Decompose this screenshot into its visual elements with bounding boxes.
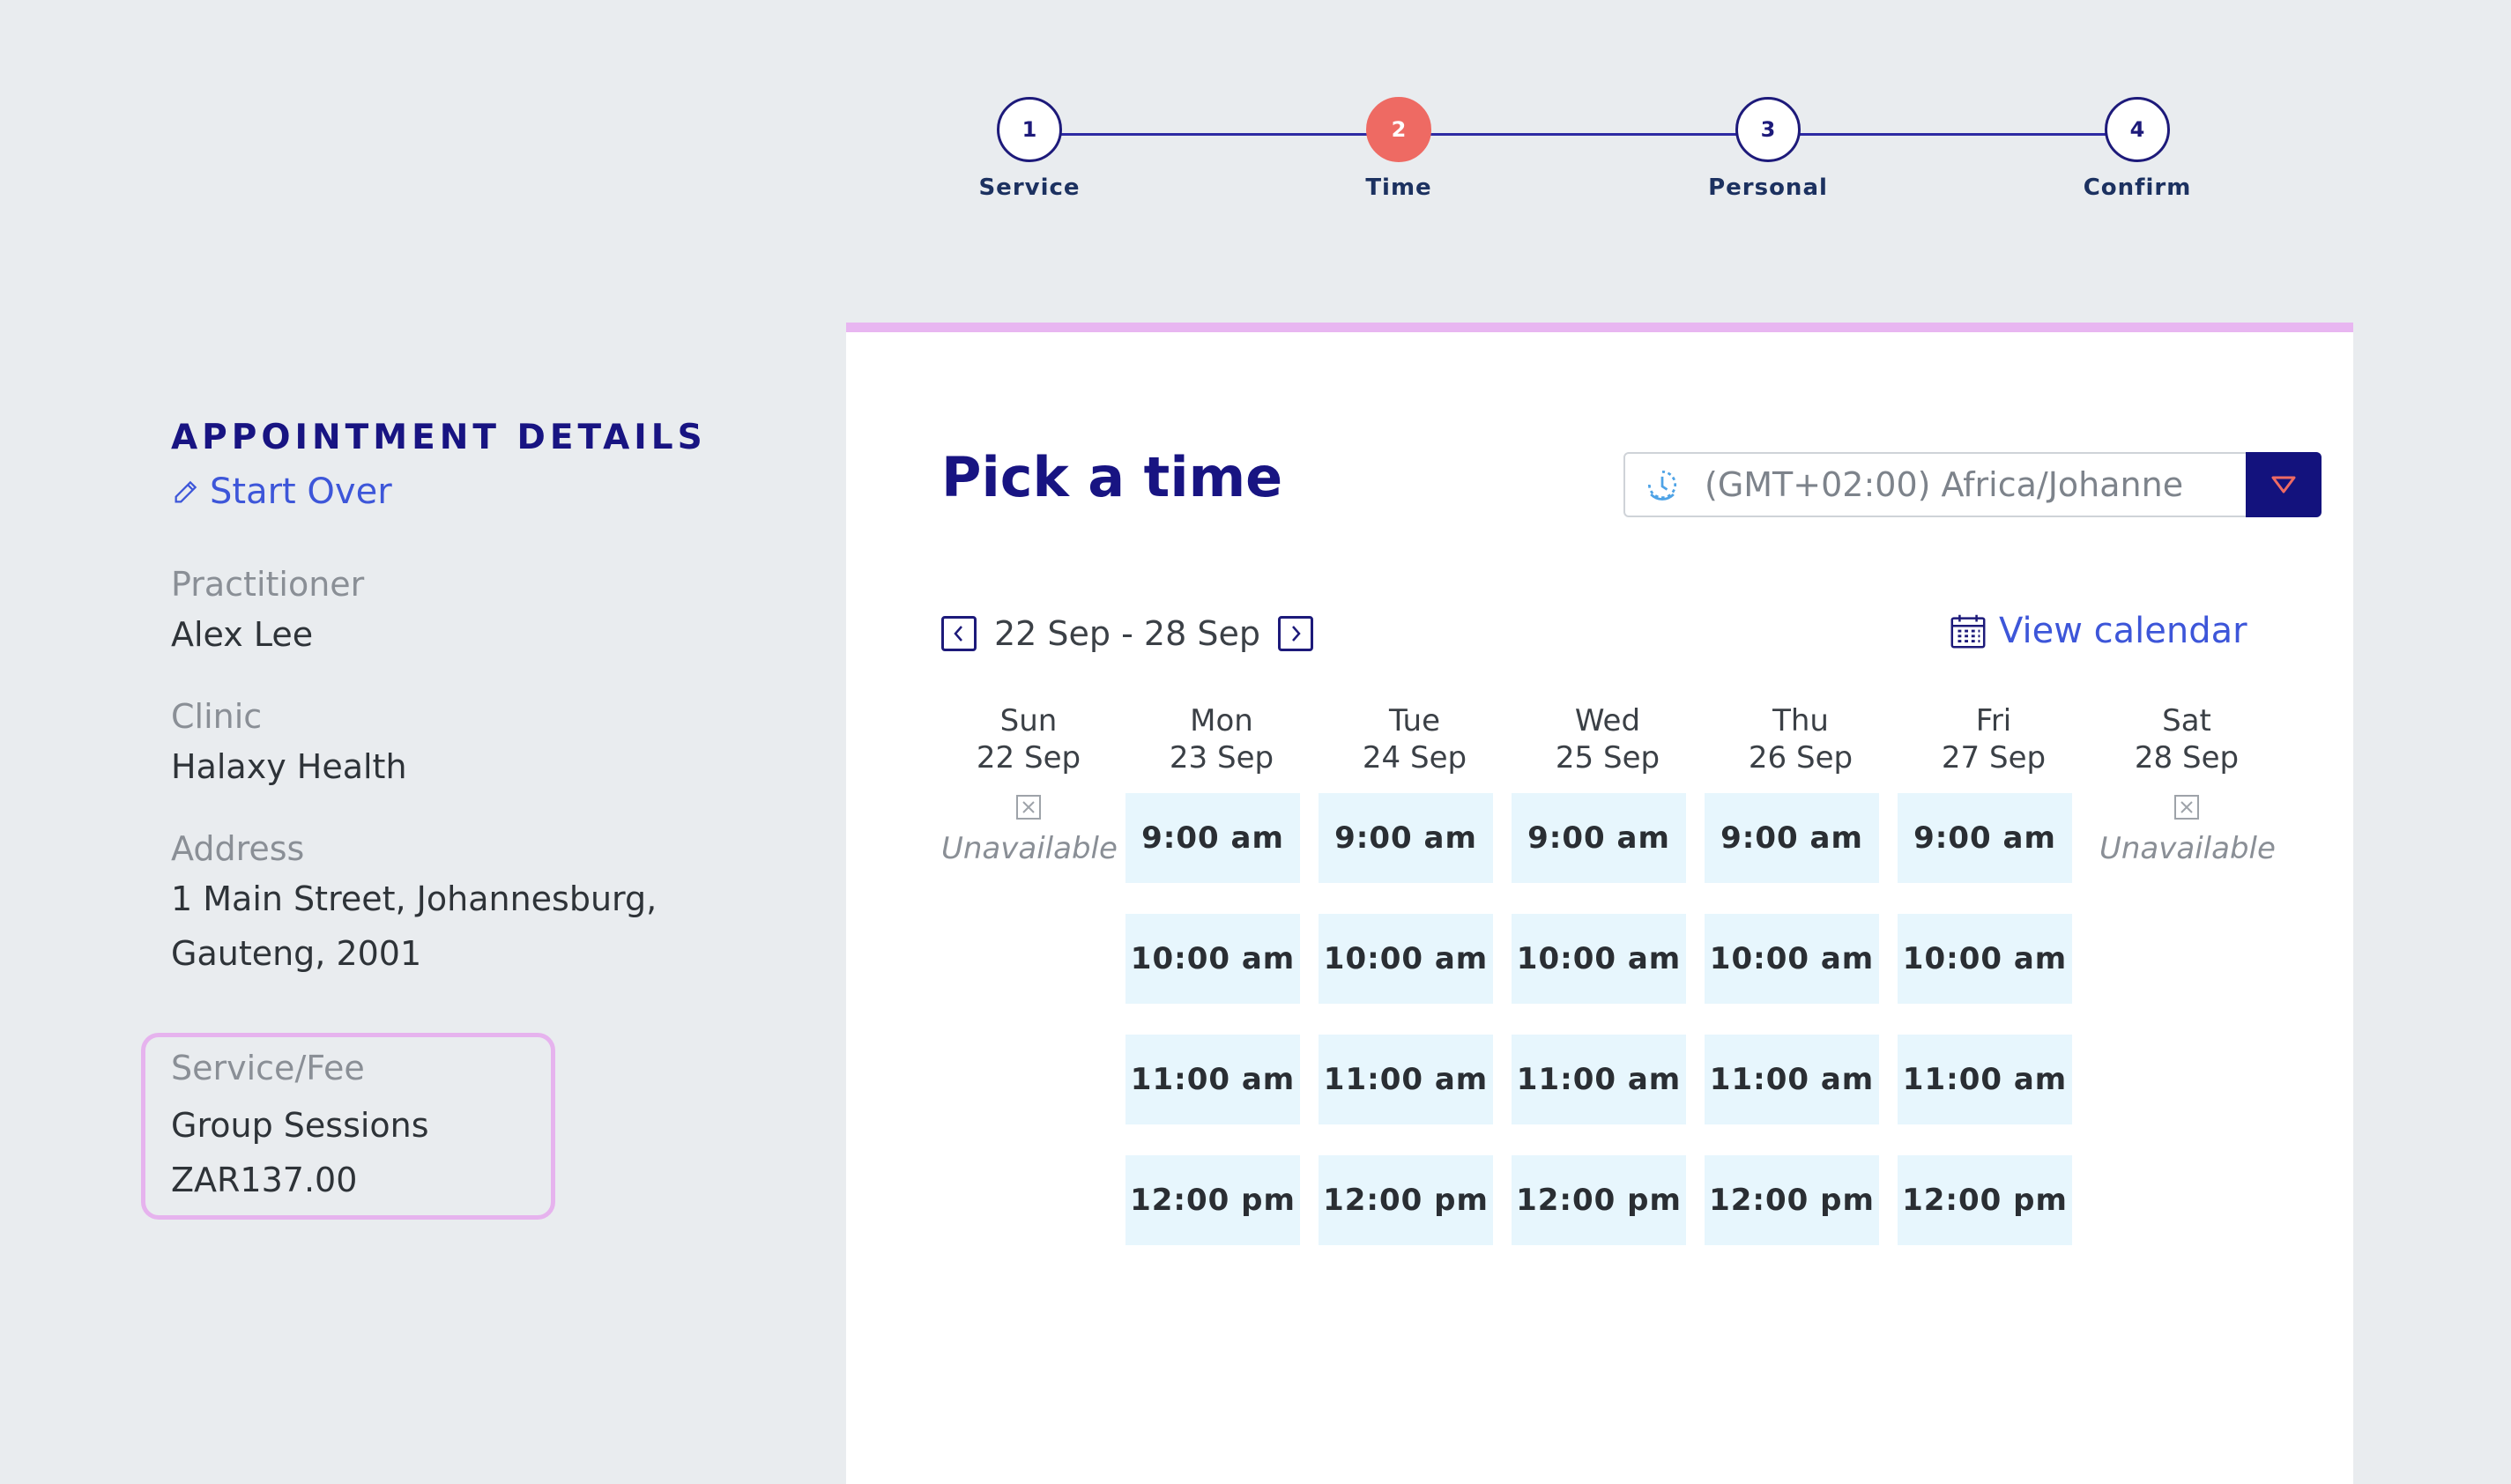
week-range: 22 Sep - 28 Sep [994,614,1260,653]
day-date: 27 Sep [1941,740,2047,775]
time-slot-tue-1200[interactable]: 12:00 pm [1319,1155,1493,1245]
step-number: 1 [997,97,1062,162]
prev-week-button[interactable] [941,616,977,651]
step-label: Service [978,174,1081,201]
time-slot-fri-1000[interactable]: 10:00 am [1898,914,2072,1004]
step-label: Time [1365,174,1432,201]
week-navigation: 22 Sep - 28 Sep [941,614,1313,653]
address-label: Address [171,829,305,868]
day-date: 23 Sep [1169,740,1274,775]
details-title: APPOINTMENT DETAILS [171,418,707,457]
day-name: Sat [2162,703,2211,738]
step-number: 2 [1366,97,1431,162]
day-date: 24 Sep [1362,740,1467,775]
time-slot-wed-1000[interactable]: 10:00 am [1512,914,1686,1004]
time-slot-mon-0900[interactable]: 9:00 am [1125,793,1300,883]
day-column-sat: Sat 28 Sep Unavailable [2099,702,2276,866]
pencil-icon [175,480,197,503]
unavailable-label: Unavailable [2099,831,2276,866]
service-fee-field: Service/Fee Group Sessions ZAR137.00 [171,1049,429,1207]
practitioner-label: Practitioner [171,565,365,604]
fee-value: ZAR137.00 [171,1161,358,1199]
day-date: 25 Sep [1555,740,1660,775]
practitioner-value: Alex Lee [171,615,314,654]
time-slot-fri-1100[interactable]: 11:00 am [1898,1035,2072,1124]
start-over-link[interactable]: Start Over [171,471,814,512]
time-slot-tue-0900[interactable]: 9:00 am [1319,793,1493,883]
step-personal[interactable]: 3 Personal [1698,97,1839,201]
time-picker-panel: Pick a time (GMT+02:00) Africa/Johanne 2… [846,323,2353,1484]
day-name: Thu [1772,703,1829,738]
day-name: Wed [1574,703,1641,738]
time-slot-wed-0900[interactable]: 9:00 am [1512,793,1686,883]
day-column-tue: Tue 24 Sep [1327,702,1502,776]
day-column-fri: Fri 27 Sep [1906,702,2081,776]
clinic-field: Clinic Halaxy Health [171,697,814,794]
step-number: 3 [1735,97,1801,162]
step-number: 4 [2105,97,2170,162]
day-name: Tue [1388,703,1441,738]
step-service[interactable]: 1 Service [959,97,1100,201]
calendar-icon [1950,614,1986,649]
service-value: Group Sessions [171,1106,429,1145]
time-slot-mon-1000[interactable]: 10:00 am [1125,914,1300,1004]
day-name: Mon [1190,703,1253,738]
day-column-wed: Wed 25 Sep [1520,702,1695,776]
practitioner-field: Practitioner Alex Lee [171,565,814,662]
step-confirm[interactable]: 4 Confirm [2067,97,2208,201]
time-slot-mon-1200[interactable]: 12:00 pm [1125,1155,1300,1245]
chevron-left-icon [954,626,962,642]
day-date: 26 Sep [1748,740,1854,775]
stepper-line [1029,133,2143,136]
view-calendar-label: View calendar [1999,611,2247,651]
view-calendar-link[interactable]: View calendar [1948,611,2247,651]
timezone-value: (GMT+02:00) Africa/Johanne [1705,465,2184,504]
start-over-label: Start Over [210,471,392,512]
day-column-thu: Thu 26 Sep [1713,702,1888,776]
time-slot-thu-0900[interactable]: 9:00 am [1705,793,1879,883]
next-week-button[interactable] [1277,616,1313,651]
triangle-down-icon [2271,476,2296,493]
time-slot-fri-0900[interactable]: 9:00 am [1898,793,2072,883]
day-column-mon: Mon 23 Sep [1134,702,1309,776]
unavailable-label: Unavailable [941,831,1118,866]
address-value: 1 Main Street, Johannesburg, Gauteng, 20… [171,879,657,973]
time-slot-thu-1200[interactable]: 12:00 pm [1705,1155,1879,1245]
unavailable-icon [2174,795,2199,820]
globe-clock-icon [1647,470,1677,501]
time-slot-wed-1100[interactable]: 11:00 am [1512,1035,1686,1124]
time-slot-wed-1200[interactable]: 12:00 pm [1512,1155,1686,1245]
time-slot-tue-1100[interactable]: 11:00 am [1319,1035,1493,1124]
day-name: Fri [1975,703,2012,738]
step-label: Personal [1708,174,1828,201]
service-fee-label: Service/Fee [171,1049,365,1087]
address-field: Address 1 Main Street, Johannesburg, Gau… [171,829,814,981]
day-date: 22 Sep [976,740,1081,775]
unavailable-icon [1016,795,1041,820]
clinic-label: Clinic [171,697,263,736]
timezone-select[interactable]: (GMT+02:00) Africa/Johanne [1623,452,2322,517]
page-title: Pick a time [941,445,1283,509]
step-label: Confirm [2083,174,2192,201]
chevron-right-icon [1292,626,1301,642]
timezone-dropdown-button[interactable] [2246,452,2322,517]
step-time[interactable]: 2 Time [1328,97,1469,201]
time-slot-fri-1200[interactable]: 12:00 pm [1898,1155,2072,1245]
time-slot-mon-1100[interactable]: 11:00 am [1125,1035,1300,1124]
time-slot-tue-1000[interactable]: 10:00 am [1319,914,1493,1004]
clinic-value: Halaxy Health [171,747,407,786]
time-slot-thu-1000[interactable]: 10:00 am [1705,914,1879,1004]
progress-stepper: 1 Service 2 Time 3 Personal 4 Confirm [969,97,2203,211]
day-date: 28 Sep [2134,740,2240,775]
appointment-details: APPOINTMENT DETAILS Start Over Practitio… [171,418,814,981]
time-slot-thu-1100[interactable]: 11:00 am [1705,1035,1879,1124]
day-name: Sun [999,703,1058,738]
day-column-sun: Sun 22 Sep Unavailable [941,702,1118,866]
